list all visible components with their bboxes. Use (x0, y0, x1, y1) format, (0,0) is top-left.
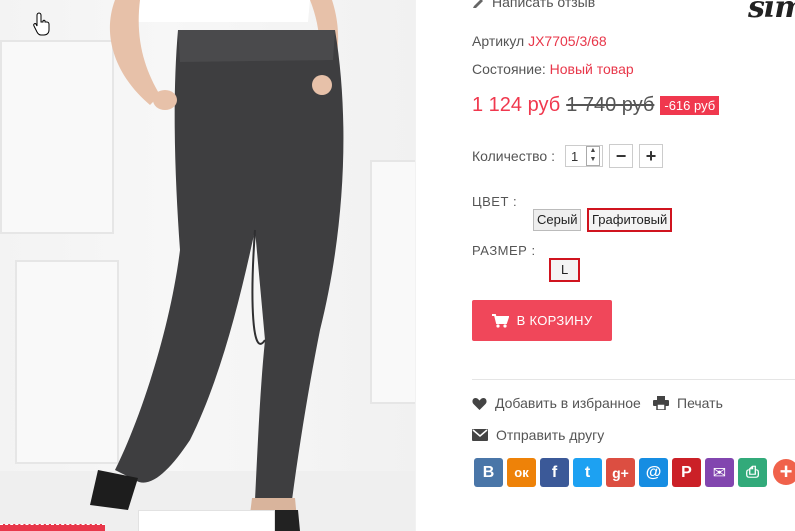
heart-icon (472, 397, 487, 410)
product-image[interactable] (0, 0, 415, 531)
brand-logo[interactable]: sim (748, 0, 795, 25)
cart-icon (491, 313, 509, 328)
odnoklassniki-icon[interactable]: ок (507, 458, 536, 487)
send-to-friend-label: Отправить другу (496, 427, 605, 443)
condition-row: Состояние: Новый товар (472, 61, 634, 77)
quantity-row: Количество : 1 ▲ ▼ − + (472, 144, 663, 168)
quantity-label: Количество : (472, 148, 555, 164)
discount-badge: -616 руб (660, 96, 720, 115)
size-label: РАЗМЕР : (472, 243, 536, 258)
mail-ru-icon[interactable]: @ (639, 458, 668, 487)
quantity-input[interactable]: 1 ▲ ▼ (564, 145, 603, 167)
pinterest-icon[interactable]: P (672, 458, 701, 487)
write-review-link[interactable]: Написать отзыв (472, 0, 595, 10)
facebook-icon[interactable]: f (540, 458, 569, 487)
sku-row: Артикул JX7705/3/68 (472, 33, 607, 49)
write-review-label: Написать отзыв (492, 0, 596, 10)
size-option-l[interactable]: L (549, 258, 581, 282)
price-row: 1 124 руб 1 740 руб -616 руб (472, 94, 720, 117)
print-link[interactable]: Печать (653, 395, 723, 411)
pants-figure (90, 0, 344, 531)
promo-strip (0, 524, 105, 531)
send-to-friend-link[interactable]: Отправить другу (472, 427, 604, 443)
color-option-gray[interactable]: Серый (533, 209, 582, 231)
quantity-value: 1 (570, 148, 579, 164)
price-old: 1 740 руб (566, 94, 655, 116)
thumbnail-box[interactable] (138, 510, 275, 531)
envelope-icon (472, 429, 488, 441)
more-share-icon[interactable]: + (773, 459, 795, 485)
share-buttons: В ок f t g+ @ P ✉ ⎙ + (474, 458, 795, 487)
email-icon[interactable]: ✉ (705, 458, 734, 487)
color-option-graphite[interactable]: Графитовый (587, 208, 673, 232)
divider (415, 0, 416, 531)
separator (472, 379, 795, 380)
vk-icon[interactable]: В (474, 458, 503, 487)
printer-icon (653, 396, 669, 410)
quantity-plus-button[interactable]: + (638, 144, 663, 168)
quantity-minus-button[interactable]: − (608, 144, 633, 168)
add-to-wishlist-link[interactable]: Добавить в избранное (472, 395, 641, 411)
condition-value: Новый товар (549, 61, 634, 77)
print-label: Печать (677, 395, 723, 411)
pencil-icon (473, 0, 483, 8)
hand-cursor-icon (33, 12, 50, 36)
add-to-cart-label: В КОРЗИНУ (516, 313, 593, 328)
price-current: 1 124 руб (472, 94, 561, 116)
quantity-spinner[interactable]: ▲ ▼ (585, 146, 600, 166)
add-to-cart-button[interactable]: В КОРЗИНУ (472, 300, 612, 341)
color-label: ЦВЕТ : (472, 194, 518, 209)
sku-value: JX7705/3/68 (528, 33, 607, 49)
twitter-icon[interactable]: t (573, 458, 602, 487)
wishlist-label: Добавить в избранное (495, 395, 641, 411)
google-plus-icon[interactable]: g+ (606, 458, 635, 487)
sku-label: Артикул (472, 33, 525, 49)
print-share-icon[interactable]: ⎙ (738, 458, 767, 487)
condition-label: Состояние: (472, 61, 546, 77)
